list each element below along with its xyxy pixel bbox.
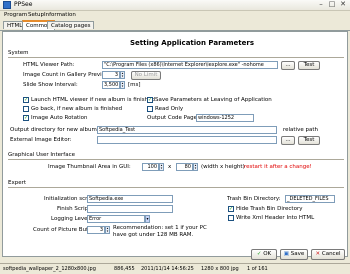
thumb-height-input[interactable]: 80 xyxy=(176,163,193,171)
tab-catalog-pages[interactable]: Catalog pages xyxy=(47,21,95,29)
launch-viewer-label: Launch HTML viewer if new album is finis… xyxy=(31,97,155,103)
restart-note: restart it after a change! xyxy=(244,164,312,170)
section-system: System xyxy=(8,50,29,56)
logging-level-label: Logging Level: xyxy=(51,216,91,222)
chevron-down-icon[interactable]: ▾ xyxy=(145,215,150,223)
gallery-count-label: Image Count in Gallery Preview: xyxy=(23,72,112,78)
output-dir-input[interactable]: Softpedia_Test xyxy=(97,126,277,134)
launch-viewer-checkbox[interactable]: ✓ xyxy=(23,97,29,103)
section-gui: Graphical User Interface xyxy=(8,152,75,158)
read-only-checkbox[interactable] xyxy=(147,106,153,112)
gallery-count-input[interactable]: 3 xyxy=(102,71,120,79)
hide-trash-label: Hide Trash Bin Directory xyxy=(236,206,303,212)
thumb-width-spinner[interactable]: ▴ ▾ xyxy=(159,163,164,171)
status-dims: 1280 x 800 jpg xyxy=(201,266,239,272)
close-icon[interactable]: ✕ xyxy=(338,1,348,9)
save-button[interactable]: ▣ Save xyxy=(280,249,308,260)
ext-editor-input[interactable] xyxy=(97,136,277,144)
slide-interval-unit: [ms] xyxy=(128,82,141,88)
slide-interval-spinner[interactable]: ▴ ▾ xyxy=(120,81,125,89)
times-label: x xyxy=(168,164,172,170)
ext-editor-browse-button[interactable]: ... xyxy=(281,136,295,145)
window-title: PPSee xyxy=(14,1,33,8)
minimize-icon[interactable]: – xyxy=(316,1,326,9)
cancel-button[interactable]: ✕ Cancel xyxy=(311,249,345,260)
slide-interval-label: Slide Show Interval: xyxy=(23,82,78,88)
html-viewer-test-button[interactable]: Test xyxy=(298,61,320,70)
page-title: Setting Application Parameters xyxy=(130,39,254,47)
read-only-label: Read Only xyxy=(155,106,184,112)
ok-button[interactable]: ✓ OK xyxy=(251,249,277,260)
ext-editor-test-button[interactable]: Test xyxy=(298,136,320,145)
status-size: 886,455 xyxy=(114,266,135,272)
output-code-label: Output Code Page xyxy=(147,115,197,121)
tab-bar: HTML Common Catalog pages xyxy=(0,20,350,31)
thumb-width-input[interactable]: 100 xyxy=(142,163,159,171)
status-index: 1 of 161 xyxy=(247,266,268,272)
relative-path-label: relative path xyxy=(283,127,318,133)
output-code-input[interactable]: windows-1252 xyxy=(196,114,254,122)
divider xyxy=(8,159,344,160)
app-icon xyxy=(3,1,11,9)
auto-rotation-label: Image Auto Rotation xyxy=(31,115,88,121)
section-expert: Expert xyxy=(8,180,27,186)
status-bar: softpedia_wallpaper_2_1280x800.jpg 886,4… xyxy=(0,263,350,274)
thumb-unit-label: (width x height) xyxy=(201,164,245,170)
thumb-area-label: Image Thumbnail Area in GUI: xyxy=(48,164,131,170)
menu-program[interactable]: Program xyxy=(4,11,27,19)
buffers-note-2: have got under 128 MB RAM. xyxy=(113,232,194,238)
xml-header-label: Write Xml Header Into HTML xyxy=(236,215,315,221)
hide-trash-checkbox[interactable]: ✓ xyxy=(228,206,234,212)
save-params-label: Save Parameters at Leaving of Applicatio… xyxy=(155,97,272,103)
finish-script-input[interactable] xyxy=(87,205,173,213)
menu-information[interactable]: Information xyxy=(44,11,76,19)
picture-buffers-input[interactable]: 3 xyxy=(87,226,105,234)
thumb-height-spinner[interactable]: ▴ ▾ xyxy=(193,163,198,171)
auto-rotation-checkbox[interactable]: ✓ xyxy=(23,115,29,121)
save-params-checkbox[interactable]: ✓ xyxy=(147,97,153,103)
logging-level-select[interactable]: Error xyxy=(87,215,145,223)
slide-interval-input[interactable]: 3,500 xyxy=(102,81,120,89)
html-viewer-browse-button[interactable]: ... xyxy=(281,61,295,70)
status-date: 2011/11/14 14:56:25 xyxy=(141,266,194,272)
trash-dir-label: Trash Bin Directory: xyxy=(227,196,281,202)
html-viewer-label: HTML Viewer Path: xyxy=(23,62,75,68)
go-back-label: Go back, if new album is finished xyxy=(31,106,123,112)
go-back-checkbox[interactable] xyxy=(23,106,29,112)
output-dir-label: Output directory for new album: xyxy=(10,127,99,133)
no-limit-button[interactable]: No Limit xyxy=(131,71,161,80)
maximize-icon[interactable]: □ xyxy=(327,1,337,9)
xml-header-checkbox[interactable] xyxy=(228,215,234,221)
title-bar: PPSee – □ ✕ xyxy=(0,0,350,11)
gallery-count-spinner[interactable]: ▴ ▾ xyxy=(120,71,125,79)
menu-bar: Program Setup Information xyxy=(0,11,350,19)
menu-setup[interactable]: Setup xyxy=(28,11,44,19)
init-script-input[interactable]: Softpedia.exe xyxy=(87,195,173,203)
trash-dir-input[interactable]: _DELETED_FILES xyxy=(285,195,335,203)
picture-buffers-spinner[interactable]: ▴ ▾ xyxy=(105,226,110,234)
divider xyxy=(8,57,344,58)
status-file: softpedia_wallpaper_2_1280x800.jpg xyxy=(3,266,96,272)
divider xyxy=(8,187,344,188)
ext-editor-label: External Image Editor: xyxy=(10,137,72,143)
html-viewer-input[interactable]: "C:\Program Files (x86)\Internet Explore… xyxy=(102,61,278,69)
